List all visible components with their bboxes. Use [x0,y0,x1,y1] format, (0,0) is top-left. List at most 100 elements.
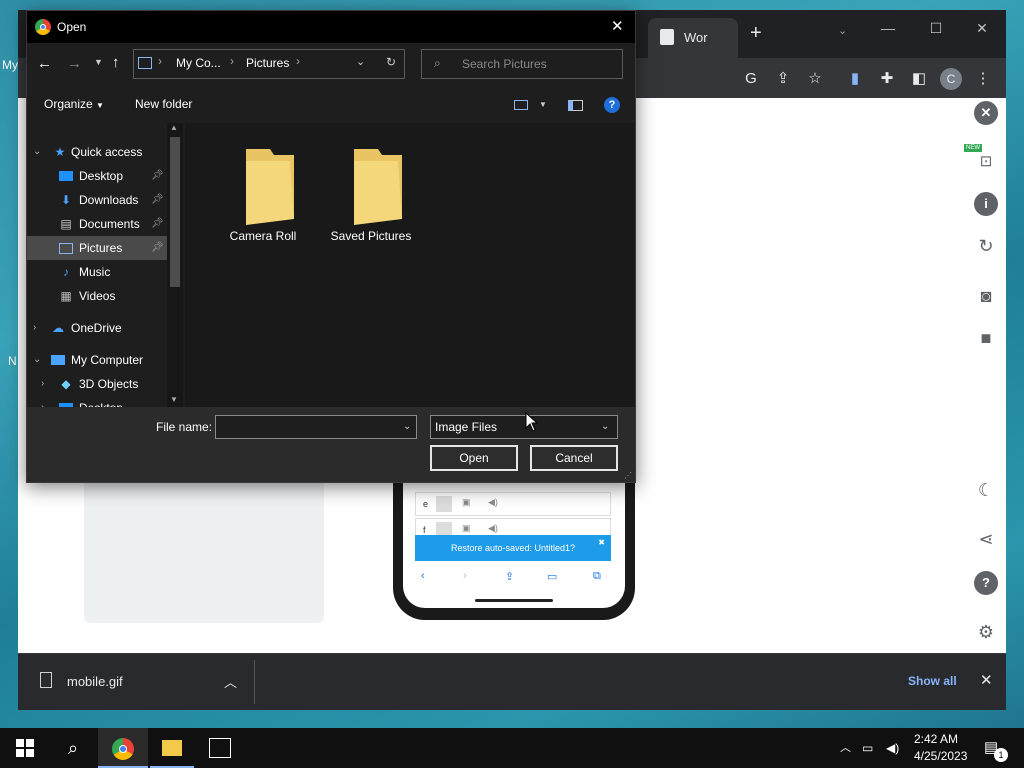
close-circle-icon[interactable]: ✕ [974,101,998,125]
forward-icon[interactable]: › [463,570,467,582]
table-row[interactable]: e ▣ ◀) [415,492,611,516]
info-icon[interactable]: i [974,192,998,216]
bookmarks-book-icon[interactable]: ▭ [547,570,557,583]
preview-pane-icon[interactable] [568,100,583,111]
video-camera-icon[interactable]: ■ [974,326,998,350]
share-icon[interactable]: ⇪ [772,68,794,90]
show-all-link[interactable]: Show all [908,674,957,688]
dialog-close-button[interactable]: ✕ [611,17,624,35]
change-view-icon[interactable] [514,100,528,110]
volume-icon[interactable]: ◀) [886,728,899,768]
address-dropdown-chevron-icon[interactable]: ⌄ [356,55,365,68]
rotate-icon[interactable]: ↻ [974,234,998,258]
expand-chevron-icon[interactable]: › [33,316,36,340]
extensions-puzzle-icon[interactable]: ✚ [876,68,898,90]
recent-locations-chevron-icon[interactable]: ▼ [94,57,103,67]
nav-item-videos[interactable]: ▦ Videos [27,284,167,308]
open-button[interactable]: Open [430,445,518,471]
google-icon[interactable]: G [740,68,762,90]
extension-doc-icon[interactable]: ▮ [844,68,866,90]
share-nodes-icon[interactable]: ⋖ [974,527,998,551]
minimize-button[interactable]: — [868,14,908,42]
download-file-name[interactable]: mobile.gif [67,674,123,689]
restore-banner[interactable]: Restore auto-saved: Untitled1? ✖ [415,535,611,561]
network-icon[interactable]: ▭ [862,728,873,768]
back-icon[interactable]: ‹ [421,570,425,582]
new-tab-button[interactable]: + [750,22,762,45]
speaker-icon[interactable]: ◀) [488,497,498,508]
folder-item[interactable]: Camera Roll [213,141,313,243]
pin-icon[interactable]: 📌︎ [151,212,164,236]
browser-tab[interactable]: Wor [648,18,738,58]
help-icon[interactable]: ? [974,571,998,595]
image-icon[interactable]: ▣ [462,523,471,534]
notifications-icon[interactable]: ▤ [984,728,998,768]
share-icon[interactable]: ⇪ [505,570,514,583]
taskbar-file-explorer[interactable] [150,728,194,768]
expand-chevron-icon[interactable]: ⌄ [33,140,41,164]
cancel-button[interactable]: Cancel [530,445,618,471]
scroll-up-icon[interactable]: ▲ [170,123,178,132]
organize-button[interactable]: Organize ▼ [44,97,104,111]
expand-chevron-icon[interactable]: ⌄ [33,348,41,372]
nav-scrollbar[interactable]: ▲ ▼ [167,123,183,407]
clock-date[interactable]: 4/25/2023 [914,749,967,768]
breadcrumb-item[interactable]: My Co... [176,56,221,70]
image-icon[interactable]: ▣ [462,497,471,508]
resize-grip-icon[interactable]: ⋰ [624,471,632,480]
bookmark-star-icon[interactable]: ☆ [804,68,826,90]
pin-icon[interactable]: 📌︎ [151,164,164,188]
camera-icon[interactable]: ◙ [974,284,998,308]
expand-chevron-icon[interactable]: › [41,372,44,396]
file-name-dropdown-chevron-icon[interactable]: ⌄ [403,421,411,432]
close-download-bar-icon[interactable]: ✕ [980,671,993,689]
devices-icon[interactable]: ⊡ [974,150,998,174]
refresh-icon[interactable]: ↻ [386,55,396,69]
nav-item-desktop[interactable]: Desktop 📌︎ [27,164,167,188]
nav-item-onedrive[interactable]: › ☁ OneDrive [27,316,167,340]
search-box[interactable]: ⌕ Search Pictures [421,49,623,79]
nav-item-quick-access[interactable]: ⌄ ★ Quick access [27,140,167,164]
speaker-icon[interactable]: ◀) [488,523,498,534]
nav-item-documents[interactable]: ▤ Documents 📌︎ [27,212,167,236]
nav-item-my-computer[interactable]: ⌄ My Computer [27,348,167,372]
help-icon[interactable]: ? [604,97,620,113]
taskbar-photos[interactable] [198,728,244,768]
scroll-down-icon[interactable]: ▼ [170,395,178,404]
taskbar-chrome[interactable] [98,728,148,768]
side-panel-icon[interactable]: ◧ [908,68,930,90]
pin-icon[interactable]: 📌︎ [151,188,164,212]
tray-overflow-chevron-icon[interactable]: ︿ [840,728,851,768]
close-icon[interactable]: ✖ [598,530,605,556]
breadcrumb-bar[interactable]: › My Co... › Pictures › ⌄ ↻ [133,49,405,79]
taskbar-search-button[interactable]: ⌕ [50,728,96,768]
pin-icon[interactable]: 📌︎ [151,236,164,260]
dark-mode-moon-icon[interactable]: ☾ [974,478,998,502]
file-name-input[interactable] [215,415,417,439]
start-button[interactable] [2,728,48,768]
file-type-select[interactable]: Image Files ⌄ [430,415,618,439]
nav-item-downloads[interactable]: ⬇ Downloads 📌︎ [27,188,167,212]
new-folder-button[interactable]: New folder [135,97,192,111]
nav-item-desktop[interactable]: › Desktop [27,396,167,407]
nav-item-pictures[interactable]: Pictures 📌︎ [27,236,167,260]
close-window-button[interactable]: ✕ [962,14,1002,42]
tab-search-chevron-icon[interactable]: ⌄ [838,24,847,37]
maximize-button[interactable]: ☐ [916,14,956,42]
search-input[interactable]: Search Pictures [462,57,547,71]
view-options-caret-icon[interactable]: ▼ [539,100,547,109]
folder-item[interactable]: Saved Pictures [321,141,421,243]
profile-avatar[interactable]: C [940,68,962,90]
forward-arrow-icon[interactable]: → [67,55,82,72]
gear-icon[interactable]: ⚙ [974,620,998,644]
nav-item-music[interactable]: ♪ Music [27,260,167,284]
scrollbar-thumb[interactable] [170,137,180,287]
back-arrow-icon[interactable]: ← [37,55,52,72]
nav-item-3d-objects[interactable]: › ◆ 3D Objects [27,372,167,396]
tabs-icon[interactable]: ⧉ [593,570,601,583]
chevron-up-icon[interactable]: ︿ [224,672,237,691]
chrome-menu-icon[interactable]: ⋮ [972,68,994,90]
up-arrow-icon[interactable]: ↑ [112,54,120,71]
expand-chevron-icon[interactable]: › [41,396,44,407]
breadcrumb-item[interactable]: Pictures [246,56,289,70]
